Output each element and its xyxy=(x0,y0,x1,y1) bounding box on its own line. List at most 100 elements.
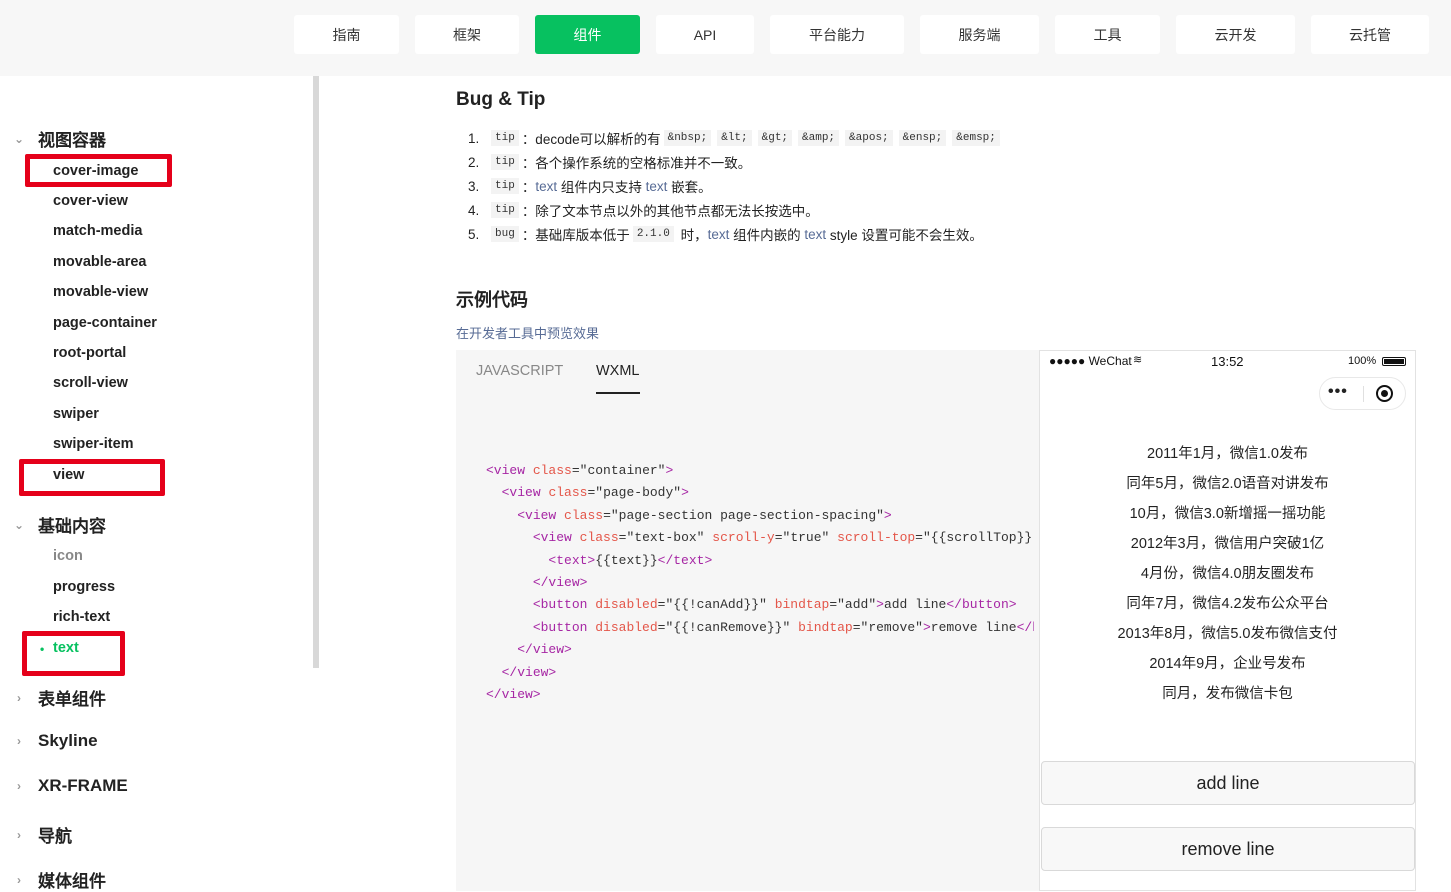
status-time: 13:52 xyxy=(1211,354,1244,369)
sidebar-item-root-portal[interactable]: root-portal xyxy=(53,345,126,361)
sidebar-item-cover-view[interactable]: cover-view xyxy=(53,193,128,209)
remove-line-button[interactable]: remove line xyxy=(1041,827,1415,871)
entity-code: &amp; xyxy=(798,130,840,146)
list-item: 5. bug ：基础库版本低于 2.1.0 时， text 组件内嵌的 text … xyxy=(468,224,983,244)
chevron-down-icon: ⌄ xyxy=(13,517,25,532)
section-title-bug-tip: Bug & Tip xyxy=(456,89,546,110)
close-target-icon[interactable] xyxy=(1376,385,1393,402)
entity-code: &emsp; xyxy=(952,130,1000,146)
capsule-divider xyxy=(1363,386,1364,402)
chevron-right-icon: › xyxy=(17,827,21,842)
text-link[interactable]: text xyxy=(535,179,557,194)
text-link[interactable]: text xyxy=(646,179,668,194)
sidebar-item-page-container[interactable]: page-container xyxy=(53,315,157,331)
nav-cloud-dev[interactable]: 云开发 xyxy=(1176,15,1295,54)
sidebar-item-movable-area[interactable]: movable-area xyxy=(53,254,147,270)
highlight-box-cover-image xyxy=(25,154,172,187)
group-label: 媒体组件 xyxy=(38,872,106,891)
group-label: XR-FRAME xyxy=(38,776,128,795)
tip-text: 时， xyxy=(676,228,708,243)
sidebar-group-form[interactable]: › 表单组件 xyxy=(0,685,106,710)
sidebar-item-scroll-view[interactable]: scroll-view xyxy=(53,375,128,391)
tab-wxml[interactable]: WXML xyxy=(596,363,640,379)
chevron-right-icon: › xyxy=(17,734,21,748)
sidebar-scrollbar[interactable] xyxy=(313,76,319,668)
timeline-line: 同年5月，微信2.0语音对讲发布 xyxy=(1126,476,1329,492)
text-link[interactable]: text xyxy=(708,227,730,242)
timeline-line: 同年7月，微信4.2发布公众平台 xyxy=(1126,596,1329,612)
tip-text: ：各个操作系统的空格标准并不一致。 xyxy=(521,156,752,171)
mini-program-capsule: ••• xyxy=(1319,377,1406,410)
list-item: 3. tip ： text 组件内只支持 text 嵌套。 xyxy=(468,176,712,196)
battery-percent: 100% xyxy=(1348,355,1377,367)
group-label: 视图容器 xyxy=(38,131,106,150)
timeline-line: 同月，发布微信卡包 xyxy=(1162,686,1293,702)
chevron-right-icon: › xyxy=(17,872,21,887)
tip-text: 嵌套。 xyxy=(667,180,712,195)
timeline-line: 2014年9月，企业号发布 xyxy=(1149,656,1306,672)
list-item: 4. tip ：除了文本节点以外的其他节点都无法长按选中。 xyxy=(468,200,819,220)
timeline-line: 4月份，微信4.0朋友圈发布 xyxy=(1140,566,1315,582)
text-link[interactable]: text xyxy=(804,227,826,242)
tip-text: style 设置可能不会生效。 xyxy=(826,228,983,243)
sidebar-item-progress[interactable]: progress xyxy=(53,579,115,595)
tip-text: ：decode可以解析的有 xyxy=(521,132,661,147)
sidebar-item-movable-view[interactable]: movable-view xyxy=(53,284,148,300)
entity-code: &ensp; xyxy=(898,130,947,146)
sidebar-group-view-container[interactable]: ⌄ 视图容器 xyxy=(0,126,106,151)
sidebar-item-match-media[interactable]: match-media xyxy=(53,223,142,239)
version-code: 2.1.0 xyxy=(632,226,674,242)
tip-tag: tip xyxy=(491,178,519,194)
tip-tag: bug xyxy=(491,226,519,242)
timeline-line: 2013年8月，微信5.0发布微信支付 xyxy=(1117,626,1338,642)
tip-text: ：基础库版本低于 xyxy=(521,228,630,243)
nav-platform[interactable]: 平台能力 xyxy=(770,15,904,54)
highlight-box-view xyxy=(19,459,165,496)
tip-tag: tip xyxy=(491,130,519,146)
nav-api[interactable]: API xyxy=(656,15,754,54)
sidebar-group-xr-frame[interactable]: › XR-FRAME xyxy=(0,776,128,796)
sidebar-item-swiper[interactable]: swiper xyxy=(53,406,99,422)
chevron-right-icon: › xyxy=(17,779,21,793)
entity-code: &lt; xyxy=(717,130,752,146)
highlight-box-text xyxy=(22,631,125,676)
phone-preview: ●●●●● WeChat ≋ 13:52 100% ••• 2011年1月，微信… xyxy=(1039,350,1416,891)
tip-text: 组件内只支持 xyxy=(557,180,646,195)
list-item: 1. tip ：decode可以解析的有 &nbsp; &lt; &gt; &am… xyxy=(468,128,1003,148)
sidebar-group-media[interactable]: › 媒体组件 xyxy=(0,867,106,892)
nav-server[interactable]: 服务端 xyxy=(920,15,1039,54)
timeline-line: 2011年1月，微信1.0发布 xyxy=(1147,446,1308,462)
sidebar-group-navigation[interactable]: › 导航 xyxy=(0,822,72,847)
tip-text: ： xyxy=(521,180,536,195)
more-icon[interactable]: ••• xyxy=(1328,383,1348,401)
nav-components[interactable]: 组件 xyxy=(535,15,640,54)
chevron-down-icon: ⌄ xyxy=(13,131,25,146)
sidebar-item-icon[interactable]: icon xyxy=(53,548,83,564)
entity-code: &apos; xyxy=(845,130,893,146)
code-panel: JAVASCRIPT WXML <view class="container">… xyxy=(456,350,1039,891)
nav-framework[interactable]: 框架 xyxy=(415,15,519,54)
nav-tools[interactable]: 工具 xyxy=(1055,15,1160,54)
timeline-line: 10月，微信3.0新增摇一摇功能 xyxy=(1129,506,1326,522)
tip-text: 组件内嵌的 xyxy=(729,228,805,243)
tip-tag: tip xyxy=(491,202,519,218)
sidebar-item-swiper-item[interactable]: swiper-item xyxy=(53,436,134,452)
top-nav: 指南 框架 组件 API 平台能力 服务端 工具 云开发 云托管 xyxy=(0,0,1451,76)
code-block: <view class="container"> <view class="pa… xyxy=(486,463,1034,703)
add-line-button[interactable]: add line xyxy=(1041,761,1415,805)
section-title-example: 示例代码 xyxy=(456,290,528,310)
group-label: 表单组件 xyxy=(38,690,106,709)
tab-javascript[interactable]: JAVASCRIPT xyxy=(476,363,563,379)
wifi-icon: ≋ xyxy=(1133,354,1143,366)
timeline-line: 2012年3月，微信用户突破1亿 xyxy=(1130,536,1325,552)
tip-tag: tip xyxy=(491,154,519,170)
sidebar-item-rich-text[interactable]: rich-text xyxy=(53,609,110,625)
group-label: 导航 xyxy=(38,827,72,846)
nav-guide[interactable]: 指南 xyxy=(294,15,399,54)
nav-cloud-hosting[interactable]: 云托管 xyxy=(1311,15,1429,54)
tip-text: ：除了文本节点以外的其他节点都无法长按选中。 xyxy=(521,204,819,219)
sidebar-group-basic-content[interactable]: ⌄ 基础内容 xyxy=(0,512,106,537)
sidebar-group-skyline[interactable]: › Skyline xyxy=(0,731,98,751)
active-tab-indicator xyxy=(596,392,640,394)
preview-in-devtools-link[interactable]: 在开发者工具中预览效果 xyxy=(456,323,599,342)
